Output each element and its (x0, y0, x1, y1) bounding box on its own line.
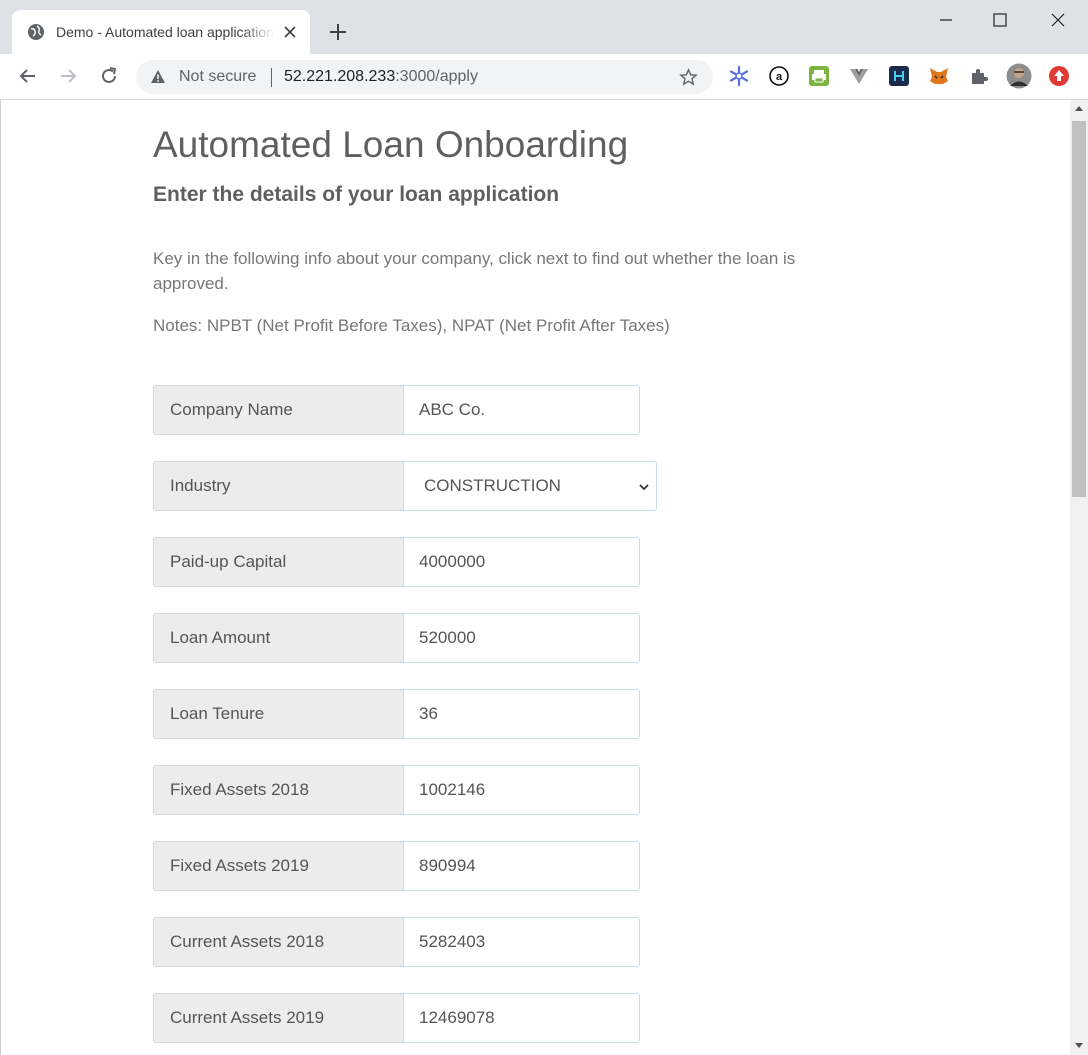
back-icon[interactable] (17, 65, 39, 87)
field-label: Industry (153, 461, 404, 511)
tab-strip: Demo - Automated loan application (0, 0, 1088, 54)
vue-devtools-icon[interactable] (848, 65, 870, 87)
company-name-input[interactable]: ABC Co. (403, 385, 640, 435)
field-label: Company Name (153, 385, 404, 435)
notes-text: Notes: NPBT (Net Profit Before Taxes), N… (153, 316, 670, 335)
field-label: Fixed Assets 2018 (153, 765, 404, 815)
upload-extension-icon[interactable] (1048, 65, 1070, 87)
industry-select[interactable]: CONSTRUCTION (403, 461, 657, 511)
chevron-down-icon (639, 484, 649, 491)
browser-tab[interactable]: Demo - Automated loan application (12, 10, 310, 54)
maximize-icon[interactable] (988, 8, 1012, 32)
fixed-assets-2018-input[interactable]: 1002146 (403, 765, 640, 815)
forward-icon[interactable] (57, 65, 79, 87)
page-subtitle: Enter the details of your loan applicati… (153, 183, 560, 206)
metamask-fox-icon[interactable] (928, 65, 950, 87)
field-label: Loan Amount (153, 613, 404, 663)
industry-selected-value: CONSTRUCTION (424, 476, 561, 495)
address-bar[interactable]: Not secure 52.221.208.233:3000/apply (136, 60, 713, 94)
security-label[interactable]: Not secure (179, 68, 256, 86)
loan-amount-input[interactable]: 520000 (403, 613, 640, 663)
intro-text: Key in the following info about your com… (153, 249, 796, 293)
paid-up-capital-input[interactable]: 4000000 (403, 537, 640, 587)
url-host: 52.221.208.233 (284, 68, 396, 85)
new-tab-icon[interactable] (326, 20, 350, 44)
close-tab-icon[interactable] (282, 24, 298, 40)
snowflake-extension-icon[interactable] (728, 65, 750, 87)
minimize-icon[interactable] (934, 8, 958, 32)
current-assets-2018-input[interactable]: 5282403 (403, 917, 640, 967)
profile-avatar-icon[interactable] (1006, 63, 1032, 89)
url-path: :3000/apply (395, 68, 478, 85)
loan-tenure-input[interactable]: 36 (403, 689, 640, 739)
fixed-assets-2019-input[interactable]: 890994 (403, 841, 640, 891)
tab-title: Demo - Automated loan application (56, 24, 274, 40)
field-label: Current Assets 2019 (153, 993, 404, 1043)
page-title: Automated Loan Onboarding (153, 124, 629, 165)
reload-icon[interactable] (98, 65, 120, 87)
close-window-icon[interactable] (1046, 8, 1070, 32)
svg-text:a: a (776, 71, 783, 83)
bookmark-star-icon[interactable] (679, 68, 698, 87)
browser-toolbar: Not secure 52.221.208.233:3000/apply a (0, 54, 1088, 100)
field-label: Loan Tenure (153, 689, 404, 739)
scroll-down-arrow-icon[interactable] (1075, 1043, 1083, 1048)
print-extension-icon[interactable] (808, 65, 830, 87)
warning-icon[interactable] (150, 69, 166, 85)
scroll-up-arrow-icon[interactable] (1075, 106, 1083, 111)
field-label: Paid-up Capital (153, 537, 404, 587)
page-viewport: Automated Loan Onboarding Enter the deta… (0, 100, 1070, 1055)
globe-icon (28, 24, 44, 40)
extensions-puzzle-icon[interactable] (968, 65, 990, 87)
address-divider (271, 68, 272, 87)
harmony-wallet-icon[interactable] (888, 65, 910, 87)
field-label: Fixed Assets 2019 (153, 841, 404, 891)
url-text[interactable]: 52.221.208.233:3000/apply (284, 68, 478, 86)
page-scrollbar[interactable] (1070, 100, 1088, 1055)
field-label: Current Assets 2018 (153, 917, 404, 967)
amazon-assistant-icon[interactable]: a (768, 65, 790, 87)
current-assets-2019-input[interactable]: 12469078 (403, 993, 640, 1043)
scrollbar-thumb[interactable] (1072, 121, 1086, 497)
